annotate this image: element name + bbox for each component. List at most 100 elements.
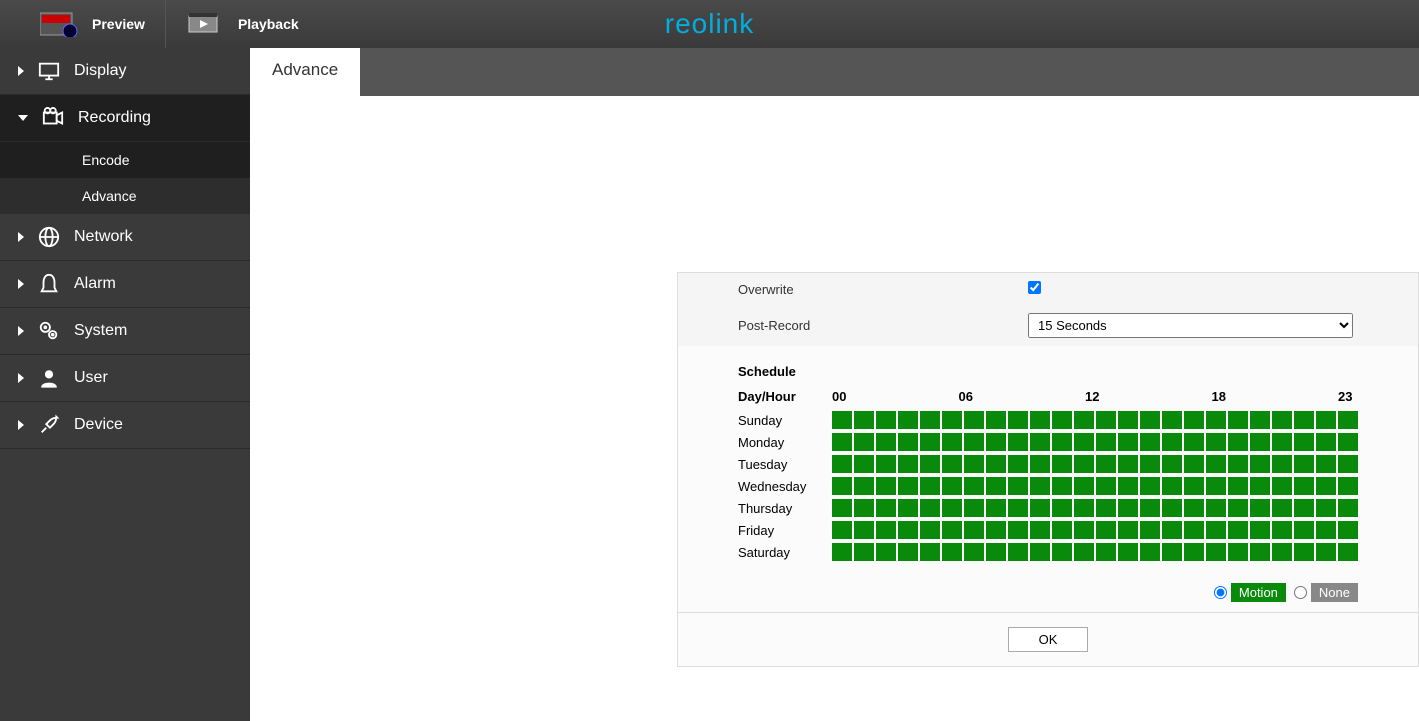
schedule-cell[interactable] bbox=[1074, 477, 1094, 495]
schedule-cell[interactable] bbox=[920, 411, 940, 429]
sidebar-item-display[interactable]: Display bbox=[0, 48, 250, 95]
schedule-cell[interactable] bbox=[1206, 477, 1226, 495]
post-record-select[interactable]: 15 Seconds bbox=[1028, 313, 1353, 338]
schedule-cell[interactable] bbox=[1294, 499, 1314, 517]
schedule-cell[interactable] bbox=[1008, 499, 1028, 517]
schedule-cell[interactable] bbox=[898, 477, 918, 495]
schedule-cell[interactable] bbox=[832, 499, 852, 517]
schedule-cell[interactable] bbox=[1338, 543, 1358, 561]
schedule-cell[interactable] bbox=[1096, 499, 1116, 517]
schedule-cell[interactable] bbox=[986, 543, 1006, 561]
schedule-cell[interactable] bbox=[1096, 477, 1116, 495]
sidebar-item-system[interactable]: System bbox=[0, 308, 250, 355]
schedule-cell[interactable] bbox=[1162, 433, 1182, 451]
schedule-cell[interactable] bbox=[876, 433, 896, 451]
schedule-cell[interactable] bbox=[898, 433, 918, 451]
schedule-cell[interactable] bbox=[1118, 433, 1138, 451]
schedule-cell[interactable] bbox=[964, 521, 984, 539]
schedule-cell[interactable] bbox=[898, 499, 918, 517]
schedule-cell[interactable] bbox=[1096, 411, 1116, 429]
sidebar-item-user[interactable]: User bbox=[0, 355, 250, 402]
schedule-cell[interactable] bbox=[1272, 521, 1292, 539]
schedule-cell[interactable] bbox=[876, 477, 896, 495]
schedule-cell[interactable] bbox=[1030, 455, 1050, 473]
schedule-cell[interactable] bbox=[1316, 433, 1336, 451]
schedule-cell[interactable] bbox=[1250, 521, 1270, 539]
schedule-cell[interactable] bbox=[1184, 477, 1204, 495]
schedule-cell[interactable] bbox=[1184, 521, 1204, 539]
schedule-cell[interactable] bbox=[854, 543, 874, 561]
schedule-cell[interactable] bbox=[1118, 521, 1138, 539]
schedule-cell[interactable] bbox=[1052, 499, 1072, 517]
schedule-cell[interactable] bbox=[1316, 411, 1336, 429]
schedule-cell[interactable] bbox=[898, 411, 918, 429]
schedule-cell[interactable] bbox=[1228, 433, 1248, 451]
motion-radio[interactable] bbox=[1214, 586, 1227, 599]
schedule-cell[interactable] bbox=[920, 543, 940, 561]
schedule-cell[interactable] bbox=[1272, 477, 1292, 495]
schedule-cell[interactable] bbox=[1030, 543, 1050, 561]
schedule-cell[interactable] bbox=[986, 521, 1006, 539]
schedule-cell[interactable] bbox=[1030, 521, 1050, 539]
schedule-cell[interactable] bbox=[1184, 499, 1204, 517]
ok-button[interactable]: OK bbox=[1008, 627, 1089, 652]
schedule-cell[interactable] bbox=[1118, 499, 1138, 517]
schedule-cell[interactable] bbox=[920, 499, 940, 517]
schedule-cell[interactable] bbox=[1118, 455, 1138, 473]
schedule-cell[interactable] bbox=[876, 411, 896, 429]
schedule-cell[interactable] bbox=[832, 411, 852, 429]
sidebar-subitem-encode[interactable]: Encode bbox=[0, 142, 250, 178]
schedule-cell[interactable] bbox=[1228, 477, 1248, 495]
schedule-cell[interactable] bbox=[1140, 411, 1160, 429]
schedule-cell[interactable] bbox=[964, 499, 984, 517]
schedule-cell[interactable] bbox=[1206, 499, 1226, 517]
schedule-cell[interactable] bbox=[898, 543, 918, 561]
schedule-cell[interactable] bbox=[1052, 411, 1072, 429]
schedule-cell[interactable] bbox=[1140, 433, 1160, 451]
schedule-cell[interactable] bbox=[986, 433, 1006, 451]
schedule-cell[interactable] bbox=[942, 477, 962, 495]
schedule-cell[interactable] bbox=[1228, 521, 1248, 539]
schedule-cell[interactable] bbox=[1272, 543, 1292, 561]
schedule-cell[interactable] bbox=[1316, 455, 1336, 473]
schedule-cell[interactable] bbox=[1294, 477, 1314, 495]
schedule-cell[interactable] bbox=[1008, 455, 1028, 473]
schedule-cell[interactable] bbox=[1316, 521, 1336, 539]
schedule-cell[interactable] bbox=[1184, 455, 1204, 473]
schedule-cell[interactable] bbox=[1250, 499, 1270, 517]
schedule-cell[interactable] bbox=[1074, 543, 1094, 561]
schedule-cell[interactable] bbox=[1206, 543, 1226, 561]
schedule-cell[interactable] bbox=[1118, 543, 1138, 561]
schedule-cell[interactable] bbox=[1162, 499, 1182, 517]
schedule-cell[interactable] bbox=[986, 455, 1006, 473]
schedule-cell[interactable] bbox=[1206, 455, 1226, 473]
schedule-cell[interactable] bbox=[1316, 543, 1336, 561]
sidebar-item-network[interactable]: Network bbox=[0, 214, 250, 261]
schedule-cell[interactable] bbox=[1272, 411, 1292, 429]
schedule-cell[interactable] bbox=[942, 411, 962, 429]
schedule-cell[interactable] bbox=[1272, 455, 1292, 473]
schedule-cell[interactable] bbox=[1030, 477, 1050, 495]
schedule-cell[interactable] bbox=[1338, 477, 1358, 495]
schedule-cell[interactable] bbox=[1250, 411, 1270, 429]
schedule-cell[interactable] bbox=[876, 521, 896, 539]
schedule-cell[interactable] bbox=[1140, 455, 1160, 473]
schedule-cell[interactable] bbox=[1206, 411, 1226, 429]
schedule-cell[interactable] bbox=[1052, 477, 1072, 495]
schedule-cell[interactable] bbox=[920, 521, 940, 539]
schedule-cell[interactable] bbox=[854, 433, 874, 451]
schedule-cell[interactable] bbox=[876, 499, 896, 517]
schedule-cell[interactable] bbox=[1008, 521, 1028, 539]
schedule-cell[interactable] bbox=[942, 433, 962, 451]
schedule-cell[interactable] bbox=[898, 455, 918, 473]
schedule-cell[interactable] bbox=[832, 455, 852, 473]
schedule-cell[interactable] bbox=[964, 455, 984, 473]
schedule-cell[interactable] bbox=[1206, 433, 1226, 451]
schedule-cell[interactable] bbox=[854, 499, 874, 517]
schedule-cell[interactable] bbox=[1074, 433, 1094, 451]
schedule-cell[interactable] bbox=[1250, 543, 1270, 561]
tab-advance[interactable]: Advance bbox=[250, 48, 360, 96]
schedule-cell[interactable] bbox=[1052, 543, 1072, 561]
preview-tab[interactable]: Preview bbox=[20, 0, 165, 48]
schedule-cell[interactable] bbox=[1140, 521, 1160, 539]
